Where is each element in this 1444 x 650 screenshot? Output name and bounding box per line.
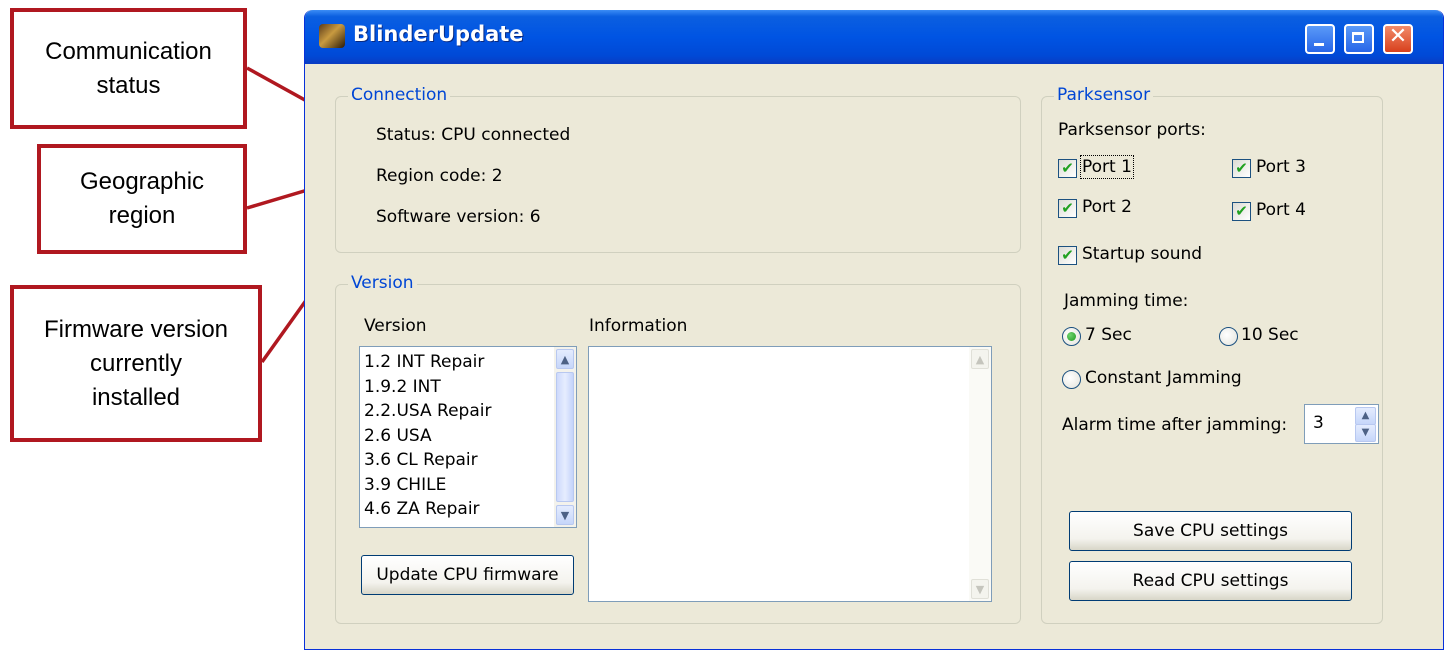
scroll-up-icon[interactable]: ▲ xyxy=(971,349,989,369)
alarm-time-value: 3 xyxy=(1313,413,1324,433)
scroll-thumb[interactable] xyxy=(556,372,574,502)
version-list-scrollbar[interactable]: ▲ ▼ xyxy=(554,347,576,527)
callout-line: Firmware version xyxy=(43,315,229,343)
spin-down-icon[interactable]: ▼ xyxy=(1355,424,1376,442)
check-icon: ✔ xyxy=(1061,159,1074,177)
port4-label[interactable]: Port 4 xyxy=(1256,200,1306,220)
connection-group-title: Connection xyxy=(348,85,451,105)
jamming-7sec-label[interactable]: 7 Sec xyxy=(1085,325,1132,345)
minimize-button[interactable] xyxy=(1305,24,1335,54)
port3-checkbox[interactable]: ✔ xyxy=(1232,159,1251,178)
version-group: Version Version Information 1.2 INT Repa… xyxy=(335,273,1021,624)
spin-up-icon[interactable]: ▲ xyxy=(1355,407,1376,425)
connection-group: Connection Status: CPU connected Region … xyxy=(335,85,1021,253)
check-icon: ✔ xyxy=(1061,199,1074,217)
alarm-time-label: Alarm time after jamming: xyxy=(1062,415,1288,435)
jamming-7sec-radio[interactable] xyxy=(1062,327,1081,346)
scroll-down-icon[interactable]: ▼ xyxy=(971,579,989,599)
version-list-item[interactable]: 1.2 INT Repair xyxy=(360,350,576,375)
maximize-button[interactable] xyxy=(1344,24,1374,54)
version-list-item[interactable]: 4.6 ZA Repair xyxy=(360,497,576,522)
callout-line: Communication xyxy=(45,37,212,65)
port4-checkbox[interactable]: ✔ xyxy=(1232,202,1251,221)
port1-checkbox[interactable]: ✔ xyxy=(1058,159,1077,178)
version-list-item[interactable]: 3.6 CL Repair xyxy=(360,448,576,473)
port2-label[interactable]: Port 2 xyxy=(1082,197,1132,217)
information-scrollbar[interactable]: ▲ ▼ xyxy=(969,347,991,601)
callout-geographic-region: Geographic region xyxy=(37,144,247,254)
callout-line: region xyxy=(108,202,176,229)
version-list-item[interactable]: 2.2.USA Repair xyxy=(360,399,576,424)
status-text: Status: CPU connected xyxy=(376,125,571,145)
window-title: BlinderUpdate xyxy=(353,22,524,46)
port1-label[interactable]: Port 1 xyxy=(1080,155,1134,179)
constant-jamming-radio[interactable] xyxy=(1062,370,1081,389)
update-cpu-firmware-button[interactable]: Update CPU firmware xyxy=(361,555,574,595)
parksensor-group: Parksensor Parksensor ports: ✔ Port 1 ✔ … xyxy=(1041,85,1383,624)
constant-jamming-label[interactable]: Constant Jamming xyxy=(1085,368,1242,388)
callout-line: Geographic xyxy=(79,168,205,195)
check-icon: ✔ xyxy=(1061,246,1074,264)
jamming-10sec-label[interactable]: 10 Sec xyxy=(1241,325,1299,345)
version-group-title: Version xyxy=(348,273,417,293)
startup-sound-checkbox[interactable]: ✔ xyxy=(1058,246,1077,265)
version-listbox[interactable]: 1.2 INT Repair 1.9.2 INT 2.2.USA Repair 2.6… xyxy=(359,346,577,528)
startup-sound-label[interactable]: Startup sound xyxy=(1082,244,1202,264)
app-icon xyxy=(319,24,345,48)
parksensor-group-title: Parksensor xyxy=(1054,85,1154,105)
region-code-text: Region code: 2 xyxy=(376,166,503,186)
version-list-items: 1.2 INT Repair 1.9.2 INT 2.2.USA Repair 2.6… xyxy=(360,347,576,522)
port2-checkbox[interactable]: ✔ xyxy=(1058,199,1077,218)
callout-communication-status: Communication status xyxy=(10,8,247,129)
close-button[interactable]: ✕ xyxy=(1383,24,1413,54)
scroll-up-icon[interactable]: ▲ xyxy=(556,349,574,369)
software-version-text: Software version: 6 xyxy=(376,207,541,227)
port3-label[interactable]: Port 3 xyxy=(1256,157,1306,177)
check-icon: ✔ xyxy=(1235,159,1248,177)
callout-firmware-version: Firmware version currently installed xyxy=(10,285,262,442)
title-bar[interactable]: BlinderUpdate ✕ xyxy=(305,10,1443,64)
jamming-10sec-radio[interactable] xyxy=(1219,327,1238,346)
alarm-time-spinner-input[interactable]: 3 ▲ ▼ xyxy=(1304,404,1379,444)
app-window: BlinderUpdate ✕ Connection Status: CPU c… xyxy=(304,10,1444,650)
jamming-time-label: Jamming time: xyxy=(1064,291,1189,311)
callout-line: status xyxy=(96,71,161,99)
information-header: Information xyxy=(589,316,688,336)
parksensor-ports-label: Parksensor ports: xyxy=(1058,120,1206,140)
callout-line: currently xyxy=(89,349,183,377)
information-box[interactable]: ▲ ▼ xyxy=(588,346,992,602)
check-icon: ✔ xyxy=(1235,202,1248,220)
version-list-item[interactable]: 1.9.2 INT xyxy=(360,375,576,400)
close-icon: ✕ xyxy=(1388,24,1408,49)
version-list-item[interactable]: 2.6 USA xyxy=(360,424,576,449)
save-cpu-settings-button[interactable]: Save CPU settings xyxy=(1069,511,1352,551)
read-cpu-settings-button[interactable]: Read CPU settings xyxy=(1069,561,1352,601)
scroll-down-icon[interactable]: ▼ xyxy=(556,505,574,525)
version-list-item[interactable]: 3.9 CHILE xyxy=(360,473,576,498)
callout-line: installed xyxy=(91,383,181,411)
version-list-header: Version xyxy=(364,316,427,336)
